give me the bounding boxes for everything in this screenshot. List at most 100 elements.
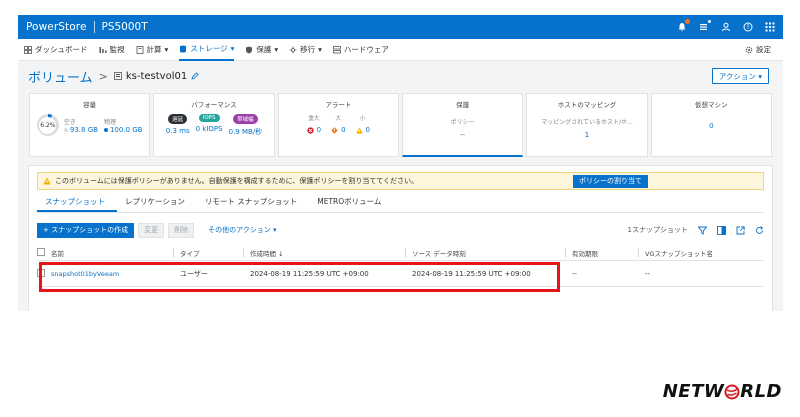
more-actions-dropdown[interactable]: その他のアクション ▾	[208, 225, 276, 235]
critical-count: 0	[316, 126, 322, 134]
protection-card[interactable]: 保護 ポリシー --	[401, 93, 524, 157]
protection-policy-label: ポリシー	[450, 119, 475, 126]
capacity-card-title: 容量	[83, 101, 97, 109]
settings-link[interactable]: 設定	[745, 44, 771, 55]
nav-protection-label: 保護	[256, 45, 272, 54]
tab-replication[interactable]: レプリケーション	[117, 193, 197, 212]
vm-card[interactable]: 仮想マシン 0	[650, 93, 772, 157]
brand-name: PowerStore	[26, 21, 87, 33]
export-icon[interactable]	[736, 225, 745, 235]
alert-bell-icon[interactable]	[677, 19, 690, 32]
snapshot-count: 1スナップショット	[627, 226, 688, 234]
col-name[interactable]: 名前	[51, 248, 173, 258]
snapshot-name-link[interactable]: snapshot01byVeeam	[51, 270, 173, 278]
performance-card[interactable]: パフォーマンス 遅延 0.3 ms IOPS 0 kIOPS 帯域幅 0.9 M…	[153, 93, 275, 157]
breadcrumb: ボリューム > ks-testvol01 アクション ▾	[18, 61, 783, 91]
modify-button[interactable]: 変更	[138, 222, 165, 238]
assign-policy-button[interactable]: ポリシーの割り当て	[573, 174, 648, 188]
topbar-icons: ?	[677, 19, 775, 32]
gear-icon	[745, 46, 753, 53]
latency-pill: 遅延	[168, 114, 188, 124]
table-row[interactable]: snapshot01byVeeam ユーザー 2024-08-19 11:25:…	[37, 261, 764, 287]
col-type[interactable]: タイプ	[173, 247, 243, 258]
migration-icon	[289, 46, 297, 53]
nav-storage[interactable]: ストレージ ▾	[179, 39, 235, 61]
alert-badge	[685, 19, 690, 24]
host-mapping-card-title: ホストのマッピング	[557, 101, 617, 109]
compute-icon	[136, 45, 143, 54]
nav-dashboard-label: ダッシュボード	[35, 45, 88, 54]
critical-icon	[306, 126, 314, 134]
nav-storage-label: ストレージ	[190, 44, 228, 53]
vm-count: 0	[709, 122, 714, 130]
refresh-icon[interactable]	[755, 225, 764, 235]
nav-compute[interactable]: 計算 ▾	[136, 39, 169, 61]
table-header: 名前 タイプ 作成時間 ↓ ソース データ時刻 有効期限 VGスナップショット名	[37, 245, 764, 261]
actions-button[interactable]: アクション ▾	[711, 68, 769, 84]
physical-label: 物理	[103, 118, 116, 126]
iops-value: 0 kIOPS	[195, 125, 223, 133]
apps-grid-icon[interactable]	[765, 22, 775, 32]
major-icon	[331, 126, 338, 134]
bandwidth-pill: 帯域幅	[233, 114, 258, 124]
volume-name: ks-testvol01	[125, 70, 188, 82]
filter-icon[interactable]	[698, 226, 707, 235]
major-count: 0	[341, 126, 346, 134]
nav-compute-label: 計算	[146, 45, 162, 54]
nav-migration[interactable]: 移行 ▾	[289, 39, 322, 61]
col-created[interactable]: 作成時間 ↓	[243, 247, 405, 258]
chevron-down-icon: ▾	[164, 45, 169, 54]
protection-icon	[246, 46, 253, 53]
minor-icon	[355, 126, 363, 134]
host-mapping-card[interactable]: ホストのマッピング マッピングされているホスト/ホ... 1	[526, 93, 648, 157]
create-snapshot-button[interactable]: + スナップショットの作成	[37, 222, 135, 238]
help-icon[interactable]: ?	[743, 22, 753, 32]
edit-pencil-icon[interactable]	[191, 72, 199, 80]
col-vg-snapshot[interactable]: VGスナップショット名	[638, 247, 764, 258]
tab-metro-volume[interactable]: METROボリューム	[309, 193, 393, 212]
user-icon[interactable]	[721, 22, 731, 32]
col-source-time[interactable]: ソース データ時刻	[405, 247, 565, 258]
settings-label: 設定	[756, 45, 771, 54]
nav-hardware[interactable]: ハードウェア	[333, 39, 389, 61]
snapshot-expiry: --	[572, 269, 578, 278]
snapshot-type: ユーザー	[180, 269, 208, 278]
nav-monitor[interactable]: 監視	[99, 39, 125, 61]
logo-text-prefix: NETW	[662, 381, 725, 402]
jobs-icon[interactable]	[699, 19, 712, 32]
tab-remote-snapshots[interactable]: リモート スナップショット	[197, 193, 309, 212]
capacity-card[interactable]: 容量 6.2% 空き 93.8 GB 物理 100.0 GB	[29, 93, 151, 157]
nav-monitor-label: 監視	[109, 45, 125, 54]
row-checkbox[interactable]	[37, 268, 45, 277]
capacity-percent: 6.2%	[39, 116, 57, 134]
snapshot-source-time: 2024-08-19 11:25:59 UTC +09:00	[412, 269, 531, 278]
logo-text-suffix: RLD	[740, 381, 782, 402]
select-all-checkbox[interactable]	[37, 247, 45, 256]
columns-icon[interactable]	[717, 225, 726, 235]
protection-card-title: 保護	[456, 101, 470, 109]
minor-label: 小	[360, 116, 366, 122]
critical-label: 重大	[308, 116, 320, 122]
breadcrumb-separator: >	[98, 69, 108, 83]
host-mapping-value: 1	[584, 131, 590, 139]
tab-snapshots[interactable]: スナップショット	[37, 193, 117, 212]
snapshot-created: 2024-08-19 11:25:59 UTC +09:00	[250, 269, 369, 278]
warning-text: このボリュームには保護ポリシーがありません。自動保護を構成するために、保護ポリシ…	[55, 177, 419, 185]
summary-cards: 容量 6.2% 空き 93.8 GB 物理 100.0 GB パフォーマンス 遅…	[18, 93, 783, 157]
minor-count: 0	[365, 126, 371, 134]
logo-globe-icon	[724, 384, 740, 399]
top-bar: PowerStore PS5000T ?	[18, 15, 783, 39]
alerts-card[interactable]: アラート 重大 0 大 0 小 0	[277, 93, 399, 157]
host-mapping-sub: マッピングされているホスト/ホ...	[541, 119, 633, 126]
col-expiry[interactable]: 有効期限	[565, 247, 638, 258]
svg-text:?: ?	[746, 24, 749, 31]
physical-dot	[103, 127, 108, 132]
chevron-down-icon: ▾	[274, 45, 279, 54]
vm-card-title: 仮想マシン	[695, 101, 728, 109]
nav-protection[interactable]: 保護 ▾	[245, 39, 278, 61]
warning-icon	[43, 177, 51, 185]
page-title: ks-testvol01	[113, 70, 199, 82]
nav-dashboard[interactable]: ダッシュボード	[24, 39, 88, 61]
delete-button[interactable]: 削除	[168, 222, 195, 238]
breadcrumb-volumes-link[interactable]: ボリューム	[28, 67, 93, 86]
